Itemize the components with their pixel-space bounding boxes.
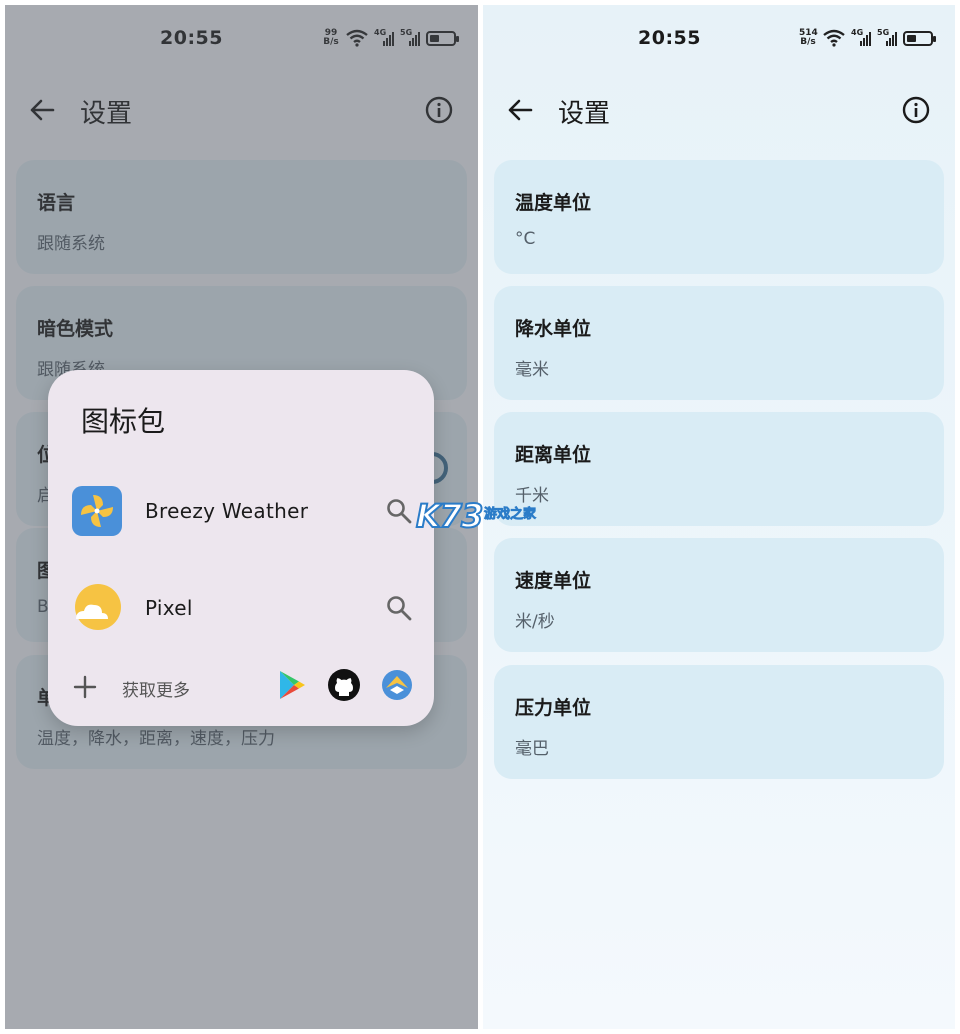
get-more-link[interactable]: 获取更多 <box>122 676 190 701</box>
wifi-icon <box>823 29 845 47</box>
dialog-footer: 获取更多 <box>48 664 434 714</box>
status-bar: 20:55 514 B/s 4G 5G <box>483 5 955 75</box>
card-title: 降水单位 <box>515 318 592 340</box>
card-title: 温度单位 <box>515 192 592 214</box>
signal-5g-icon: 5G <box>877 28 897 46</box>
breezy-store-icon[interactable] <box>380 668 414 702</box>
card-title: 压力单位 <box>515 697 592 719</box>
dialog-title: 图标包 <box>81 405 166 438</box>
google-play-icon[interactable] <box>274 668 308 702</box>
settings-card-pressure-unit[interactable]: 压力单位 毫巴 <box>494 665 944 779</box>
network-speed: 514 B/s <box>799 28 818 47</box>
status-icons: 514 B/s 4G 5G <box>799 27 936 49</box>
signal-4g-icon: 4G <box>851 28 871 46</box>
settings-card-distance-unit[interactable]: 距离单位 千米 <box>494 412 944 526</box>
icon-pack-item[interactable]: Pixel <box>48 565 434 651</box>
card-subtitle: 千米 <box>515 486 549 506</box>
pixel-weather-icon <box>75 584 121 630</box>
info-icon <box>902 96 930 124</box>
app-bar: 设置 <box>483 75 955 150</box>
settings-card-temperature-unit[interactable]: 温度单位 °C <box>494 160 944 274</box>
github-icon[interactable] <box>327 668 361 702</box>
battery-icon <box>903 30 936 46</box>
card-title: 速度单位 <box>515 570 592 592</box>
info-button[interactable] <box>899 93 933 127</box>
settings-card-speed-unit[interactable]: 速度单位 米/秒 <box>494 538 944 652</box>
icon-pack-item[interactable]: Breezy Weather <box>48 468 434 554</box>
watermark-subtitle: 游戏之家 <box>484 507 537 523</box>
search-icon <box>387 596 412 621</box>
back-button[interactable] <box>503 93 537 127</box>
card-subtitle: 米/秒 <box>515 612 555 632</box>
preview-search-button[interactable] <box>384 496 414 526</box>
right-screen: 20:55 514 B/s 4G 5G 设置 温度单位 °C 降水单位 毫米 距… <box>483 5 955 1029</box>
card-subtitle: 毫巴 <box>515 739 549 759</box>
arrow-left-icon <box>508 99 533 121</box>
left-screen: 20:55 99 B/s 4G 5G 设置 语言 跟随系统 暗色模式 位 启 图… <box>5 5 478 1029</box>
icon-pack-dialog: 图标包 Breezy Weather Pixel 获取更多 <box>48 370 434 726</box>
settings-card-precipitation-unit[interactable]: 降水单位 毫米 <box>494 286 944 400</box>
card-subtitle: °C <box>515 229 536 249</box>
breezy-weather-icon <box>72 486 122 536</box>
add-icon[interactable] <box>72 674 98 700</box>
card-subtitle: 毫米 <box>515 360 549 380</box>
icon-pack-name: Pixel <box>145 596 193 620</box>
watermark: K73 游戏之家 <box>415 496 546 537</box>
page-title: 设置 <box>558 99 611 129</box>
watermark-logo: K73 <box>415 496 484 536</box>
card-title: 距离单位 <box>515 444 592 466</box>
status-time: 20:55 <box>638 27 701 49</box>
search-icon <box>387 499 412 524</box>
preview-search-button[interactable] <box>384 593 414 623</box>
icon-pack-name: Breezy Weather <box>145 499 309 523</box>
